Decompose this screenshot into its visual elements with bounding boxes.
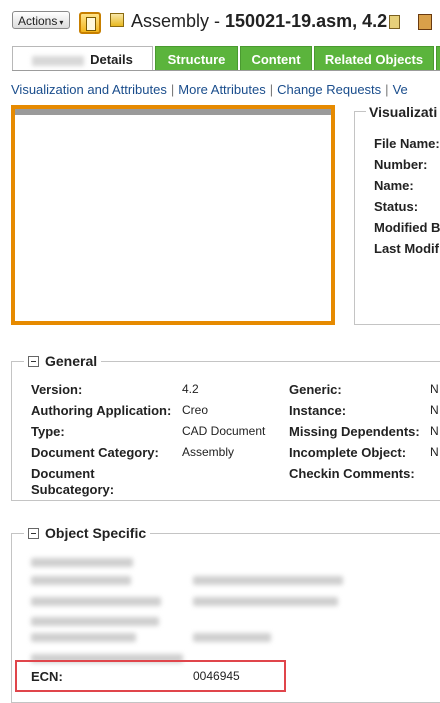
redacted-value bbox=[193, 597, 338, 606]
object-specific-legend[interactable]: Object Specific bbox=[24, 525, 151, 541]
type-value: CAD Document bbox=[182, 424, 266, 438]
actions-label: Actions bbox=[18, 14, 58, 28]
tab-content[interactable]: Content bbox=[240, 46, 312, 71]
redacted-label bbox=[31, 576, 131, 585]
actions-menu-button[interactable]: Actions ▾ bbox=[12, 11, 70, 29]
thumbnail-bar bbox=[15, 109, 331, 115]
ecn-highlight-box bbox=[15, 660, 286, 692]
bookmark-icon[interactable] bbox=[418, 14, 432, 30]
tab-divider bbox=[12, 70, 440, 71]
link-change-requests[interactable]: Change Requests bbox=[277, 82, 381, 97]
instance-label: Instance: bbox=[289, 403, 347, 418]
section-links: Visualization and Attributes | More Attrib… bbox=[11, 82, 408, 97]
tab-related-objects-label: Related Objects bbox=[324, 52, 424, 67]
collapse-icon[interactable] bbox=[28, 355, 39, 367]
authoring-app-value: Creo bbox=[182, 403, 209, 417]
tab-content-label: Content bbox=[251, 52, 301, 67]
tab-related-objects[interactable]: Related Objects bbox=[314, 46, 434, 71]
generic-label: Generic: bbox=[289, 382, 342, 397]
document-category-value: Assembly bbox=[182, 445, 235, 459]
incomplete-object-value: N bbox=[430, 445, 439, 459]
link-visualization-attributes[interactable]: Visualization and Attributes bbox=[11, 82, 167, 97]
redacted-value bbox=[193, 633, 271, 642]
tab-structure-label: Structure bbox=[167, 52, 226, 67]
document-info-icon[interactable] bbox=[79, 12, 101, 34]
status-label: Status: bbox=[374, 199, 419, 214]
visualization-legend: Visualizati bbox=[366, 104, 440, 120]
redacted-label bbox=[31, 558, 133, 567]
general-title: General bbox=[45, 353, 98, 369]
type-label: Type: bbox=[31, 424, 65, 439]
page-title: Assembly - 150021-19.asm, 4.2 bbox=[131, 11, 387, 32]
tab-details[interactable]: Details bbox=[12, 46, 153, 71]
link-ve[interactable]: Ve bbox=[393, 82, 408, 97]
assembly-icon bbox=[110, 13, 124, 27]
redacted-label bbox=[31, 597, 161, 606]
blurred-tab-text bbox=[32, 55, 85, 66]
generic-value: N bbox=[430, 382, 439, 396]
name-label: Name: bbox=[374, 178, 414, 193]
collapse-icon[interactable] bbox=[28, 527, 39, 539]
file-name-label: File Name: bbox=[374, 136, 440, 151]
tab-more[interactable] bbox=[436, 46, 440, 71]
document-subcategory-label: Document Subcategory: bbox=[31, 466, 115, 497]
missing-dependents-label: Missing Dependents: bbox=[289, 424, 420, 439]
visualization-thumbnail[interactable] bbox=[11, 105, 335, 325]
object-specific-title: Object Specific bbox=[45, 525, 147, 541]
document-category-label: Document Category: bbox=[31, 445, 159, 460]
title-name: 150021-19.asm, 4.2 bbox=[225, 11, 388, 31]
general-legend[interactable]: General bbox=[24, 353, 102, 369]
missing-dependents-value: N bbox=[430, 424, 439, 438]
last-modified-label: Last Modif bbox=[374, 241, 439, 256]
tab-structure[interactable]: Structure bbox=[155, 46, 238, 71]
redacted-value bbox=[193, 576, 343, 585]
incomplete-object-label: Incomplete Object: bbox=[289, 445, 407, 460]
authoring-app-label: Authoring Application: bbox=[31, 403, 172, 418]
tab-bar: Details Structure Content Related Object… bbox=[12, 46, 440, 71]
tab-details-label: Details bbox=[90, 52, 133, 67]
number-label: Number: bbox=[374, 157, 428, 172]
document-icon[interactable] bbox=[389, 15, 400, 29]
modified-by-label: Modified B bbox=[374, 220, 440, 235]
instance-value: N bbox=[430, 403, 439, 417]
redacted-label bbox=[31, 617, 159, 626]
link-more-attributes[interactable]: More Attributes bbox=[178, 82, 265, 97]
checkin-comments-label: Checkin Comments: bbox=[289, 466, 415, 481]
version-label: Version: bbox=[31, 382, 83, 397]
chevron-down-icon: ▾ bbox=[59, 18, 64, 27]
version-value: 4.2 bbox=[182, 382, 199, 396]
redacted-label bbox=[31, 633, 136, 642]
title-type: Assembly - bbox=[131, 11, 226, 31]
